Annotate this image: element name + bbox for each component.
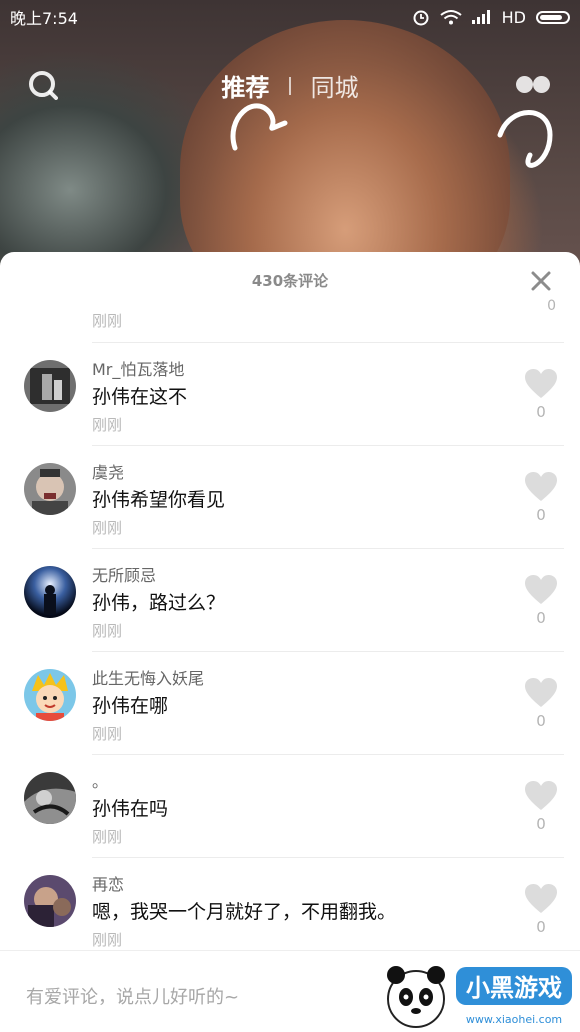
comment-timestamp: 刚刚: [92, 519, 123, 537]
feed-tabs: 推荐 同城: [0, 68, 580, 103]
close-icon[interactable]: [528, 268, 554, 294]
avatar[interactable]: [24, 669, 76, 721]
comment-row[interactable]: Mr_怕瓦落地 孙伟在这不 刚刚 0: [0, 343, 580, 446]
like-count: 0: [536, 506, 546, 524]
comment-username[interactable]: 。: [92, 768, 108, 792]
wifi-icon: [440, 10, 462, 25]
comment-username[interactable]: 再恋: [92, 871, 124, 895]
like-count: 0: [536, 918, 546, 936]
comment-username[interactable]: 此生无悔入妖尾: [92, 665, 204, 689]
comment-username[interactable]: Mr_怕瓦落地: [92, 356, 184, 380]
comment-text: 嗯，我哭一个月就好了，不用翻我。: [92, 901, 397, 923]
like-count: 0: [536, 609, 546, 627]
comment-text: 孙伟在哪: [92, 695, 169, 717]
heart-icon[interactable]: [524, 678, 558, 708]
heart-icon[interactable]: [524, 884, 558, 914]
avatar[interactable]: [24, 463, 76, 515]
comment-sheet: 430条评论 刚刚 0 Mr_怕瓦落地 孙伟在这不 刚刚 0 虞尧 孙伟希望你看…: [0, 252, 580, 1031]
status-time: 晚上7:54: [10, 9, 78, 28]
heart-icon[interactable]: [524, 472, 558, 502]
comment-timestamp: 刚刚: [92, 416, 123, 434]
heart-icon[interactable]: [524, 369, 558, 399]
sheet-header: 430条评论: [0, 252, 580, 308]
comment-text: 孙伟在这不: [92, 386, 188, 408]
comment-timestamp: 刚刚: [92, 312, 123, 330]
status-bar: 晚上7:54 HD: [0, 0, 580, 34]
like-count: 0: [536, 815, 546, 833]
avatar[interactable]: [24, 875, 76, 927]
signal-icon: [471, 10, 490, 24]
heart-icon[interactable]: [524, 575, 558, 605]
comment-row[interactable]: 无所顾忌 孙伟，路过么？ 刚刚 0: [0, 549, 580, 652]
alarm-icon: [413, 10, 429, 26]
tab-divider: [289, 76, 291, 95]
like-count: 0: [536, 712, 546, 730]
comment-count-title: 430条评论: [251, 272, 329, 290]
comment-text: 孙伟在吗: [92, 798, 169, 820]
like-count: 0: [536, 403, 546, 421]
comment-row[interactable]: 虞尧 孙伟希望你看见 刚刚 0: [0, 446, 580, 549]
comment-list[interactable]: 刚刚 0 Mr_怕瓦落地 孙伟在这不 刚刚 0 虞尧 孙伟希望你看见 刚刚 0: [0, 298, 580, 961]
svg-text:小黑游戏: 小黑游戏: [466, 974, 562, 1002]
like-count: 0: [547, 298, 556, 314]
tab-recommend[interactable]: 推荐: [221, 68, 269, 103]
battery-icon: [536, 10, 570, 24]
network-type: HD: [501, 7, 526, 27]
comment-row[interactable]: 此生无悔入妖尾 孙伟在哪 刚刚 0: [0, 652, 580, 755]
comment-timestamp: 刚刚: [92, 828, 123, 846]
avatar[interactable]: [24, 772, 76, 824]
comment-username[interactable]: 无所顾忌: [92, 562, 156, 586]
top-nav: 推荐 同城: [0, 60, 580, 110]
avatar[interactable]: [24, 360, 76, 412]
comment-text: 孙伟，路过么？: [92, 592, 226, 614]
watermark-logo: 小黑游戏 www.xiaohei.com: [387, 966, 572, 1028]
tab-local[interactable]: 同城: [311, 68, 359, 103]
comment-timestamp: 刚刚: [92, 931, 123, 949]
comment-timestamp: 刚刚: [92, 622, 123, 640]
heart-icon[interactable]: [524, 781, 558, 811]
avatar[interactable]: [24, 566, 76, 618]
svg-text:www.xiaohei.com: www.xiaohei.com: [466, 1013, 562, 1026]
comment-username[interactable]: 虞尧: [92, 459, 124, 483]
comment-input[interactable]: 有爱评论，说点儿好听的~: [26, 983, 239, 1009]
more-dots-icon[interactable]: [516, 74, 552, 96]
comment-timestamp: 刚刚: [92, 725, 123, 743]
comment-input-bar[interactable]: 有爱评论，说点儿好听的~ 小黑游戏 www.xiaohei.com: [0, 950, 580, 1032]
comment-row-partial: 刚刚 0: [92, 298, 564, 343]
comment-text: 孙伟希望你看见: [92, 489, 226, 511]
comment-row[interactable]: 。 孙伟在吗 刚刚 0: [0, 755, 580, 858]
comment-row[interactable]: 再恋 嗯，我哭一个月就好了，不用翻我。 刚刚 0: [0, 858, 580, 961]
